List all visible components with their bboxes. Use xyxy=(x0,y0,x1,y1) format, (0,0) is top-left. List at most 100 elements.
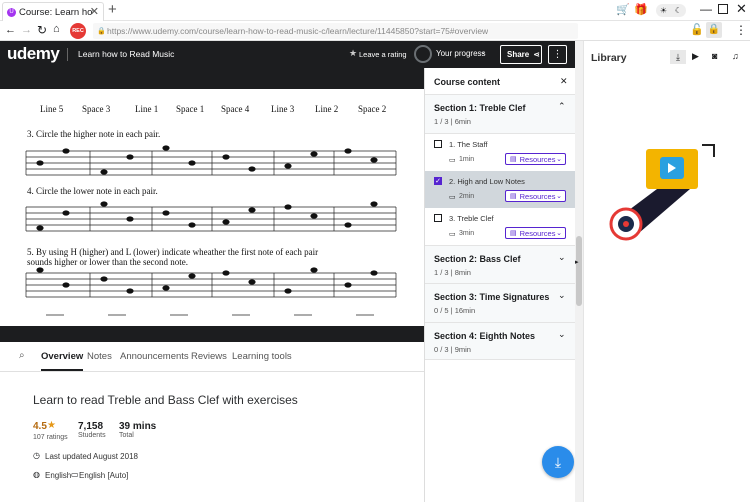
reload-icon[interactable]: ↻ xyxy=(37,23,47,37)
browser-tab-bar: U Course: Learn how to ✕ + 🛒 🎁 ☀☾ — ✕ xyxy=(0,0,750,21)
course-content-title: Course content xyxy=(434,77,501,87)
home-icon[interactable]: ⌂ xyxy=(53,23,60,35)
whole-note xyxy=(36,160,44,166)
whole-note xyxy=(344,282,352,288)
course-title[interactable]: Learn how to Read Music xyxy=(78,49,174,59)
whole-note xyxy=(344,222,352,228)
lecture-checkbox-checked[interactable]: ✓ xyxy=(434,177,442,185)
url-text: https://www.udemy.com/course/learn-how-t… xyxy=(107,26,489,36)
udemy-favicon-icon: U xyxy=(7,7,16,17)
whole-note xyxy=(188,160,196,166)
download-button[interactable]: ⤓ xyxy=(542,446,574,478)
library-illustration-icon xyxy=(609,144,715,241)
whole-note xyxy=(100,169,108,175)
sun-icon: ☀ xyxy=(659,6,668,15)
chevron-down-icon: ⌄ xyxy=(556,193,562,200)
section-title: Section 1: Treble Clef xyxy=(434,103,526,113)
lecture-title: 2. High and Low Notes xyxy=(449,177,525,186)
note-labels-row: Line 5 Space 3 Line 1 Space 1 Space 4 Li… xyxy=(0,104,424,116)
lock-icon: 🔒 xyxy=(97,28,106,35)
close-panel-icon[interactable]: ✕ xyxy=(560,76,568,87)
theme-toggle[interactable]: ☀ ☾ xyxy=(656,4,686,17)
whole-note xyxy=(222,154,230,160)
whole-note xyxy=(188,222,196,228)
extension-active-icon[interactable]: 🔒 xyxy=(706,22,722,38)
search-icon[interactable]: ⌕ xyxy=(19,350,25,361)
resources-label: Resources xyxy=(519,191,556,201)
tab-close-icon[interactable]: ✕ xyxy=(90,5,99,18)
chevron-down-icon: ⌄ xyxy=(558,290,566,300)
udemy-logo[interactable]: udemy xyxy=(7,44,60,64)
rec-button[interactable]: REC xyxy=(70,23,86,39)
whole-note xyxy=(62,148,70,154)
extension-lock-icon[interactable]: 🔓 xyxy=(690,23,704,36)
download-tab-icon[interactable]: ⤓ xyxy=(670,50,686,64)
course-header: udemy Learn how to Read Music ★ Leave a … xyxy=(0,41,575,68)
progress-ring-icon xyxy=(414,45,432,63)
close-window-icon[interactable]: ✕ xyxy=(736,1,747,17)
lecture-duration: 3min xyxy=(459,230,475,237)
scroll-thumb[interactable] xyxy=(576,236,582,306)
share-icon: ⋖ xyxy=(533,50,540,59)
ratings-count: 107 ratings xyxy=(33,434,68,441)
whole-note xyxy=(222,219,230,225)
tab-title: Course: Learn how to xyxy=(19,6,93,18)
whole-note xyxy=(162,210,170,216)
browser-tab[interactable]: U Course: Learn how to ✕ xyxy=(2,2,104,21)
gift-icon[interactable]: 🎁 xyxy=(634,3,648,16)
lecture-item[interactable]: 1. The Staff ▭ 1min ▤ Resources ⌄ xyxy=(425,134,576,171)
resources-button[interactable]: ▤ Resources ⌄ xyxy=(505,227,566,239)
resources-button[interactable]: ▤ Resources ⌄ xyxy=(505,153,566,165)
section-3[interactable]: Section 3: Time Signatures 0 / 5 | 16min… xyxy=(425,284,576,323)
folder-icon: ▤ xyxy=(510,230,517,237)
lecture-item[interactable]: 3. Treble Clef ▭ 3min ▤ Resources ⌄ xyxy=(425,208,576,245)
question-4: 4. Circle the lower note in each pair. xyxy=(27,186,158,196)
collapse-arrow-icon[interactable]: ▸ xyxy=(575,258,579,266)
tab-reviews[interactable]: Reviews xyxy=(191,351,227,362)
forward-icon[interactable]: → xyxy=(21,24,32,36)
library-title: Library xyxy=(591,52,627,64)
note-label: Space 3 xyxy=(82,104,111,114)
tab-learning-tools[interactable]: Learning tools xyxy=(232,351,292,362)
more-options-button[interactable]: ⋮ xyxy=(548,45,567,64)
lecture-title: 1. The Staff xyxy=(449,140,488,149)
tab-notes[interactable]: Notes xyxy=(87,351,112,362)
lecture-item-active[interactable]: ✓ 2. High and Low Notes ▭ 2min ▤ Resourc… xyxy=(425,171,576,208)
resources-button[interactable]: ▤ Resources ⌄ xyxy=(505,190,566,202)
youtube-icon[interactable]: ▶ xyxy=(692,51,699,62)
video-icon: ▭ xyxy=(449,231,456,238)
lecture-checkbox[interactable] xyxy=(434,140,442,148)
cart-icon[interactable]: 🛒 xyxy=(616,3,630,16)
audio-icon[interactable]: ♫ xyxy=(732,51,739,61)
section-4[interactable]: Section 4: Eighth Notes 0 / 3 | 9min ⌄ xyxy=(425,323,576,360)
leave-rating-link[interactable]: Leave a rating xyxy=(359,50,407,59)
section-title: Section 4: Eighth Notes xyxy=(434,331,536,341)
back-icon[interactable]: ← xyxy=(5,24,16,36)
progress-label[interactable]: Your progress xyxy=(436,49,486,58)
total-label: Total xyxy=(119,432,134,439)
question-5-line-1: 5. By using H (higher) and L (lower) ind… xyxy=(27,247,319,257)
resources-label: Resources xyxy=(519,154,556,164)
minimize-icon[interactable]: — xyxy=(700,2,712,16)
lecture-tabs: ⌕ Overview Notes Announcements Reviews L… xyxy=(0,342,424,372)
more-menu-icon[interactable]: ⋮ xyxy=(735,23,747,37)
whole-note xyxy=(310,267,318,273)
share-label: Share xyxy=(507,50,530,59)
share-button[interactable]: Share ⋖ xyxy=(500,45,542,64)
maximize-icon[interactable] xyxy=(718,4,728,14)
tab-announcements[interactable]: Announcements xyxy=(120,351,189,362)
section-1[interactable]: Section 1: Treble Clef 1 / 3 | 6min ⌃ xyxy=(425,94,576,134)
panel-scrollbar[interactable]: ▸ xyxy=(575,41,583,502)
video-source-icon[interactable]: ◙ xyxy=(712,51,717,61)
chevron-down-icon: ⌄ xyxy=(480,49,486,56)
lecture-checkbox[interactable] xyxy=(434,214,442,222)
url-field[interactable]: 🔒 https://www.udemy.com/course/learn-how… xyxy=(93,23,578,39)
whole-note xyxy=(310,151,318,157)
whole-note xyxy=(248,279,256,285)
section-2[interactable]: Section 2: Bass Clef 1 / 3 | 8min ⌄ xyxy=(425,245,576,284)
tab-overview[interactable]: Overview xyxy=(41,351,84,371)
chevron-down-icon: ⌄ xyxy=(556,156,562,163)
new-tab-icon[interactable]: + xyxy=(108,1,117,18)
header-divider xyxy=(67,48,68,61)
overview-headline: Learn to read Treble and Bass Clef with … xyxy=(33,393,298,407)
